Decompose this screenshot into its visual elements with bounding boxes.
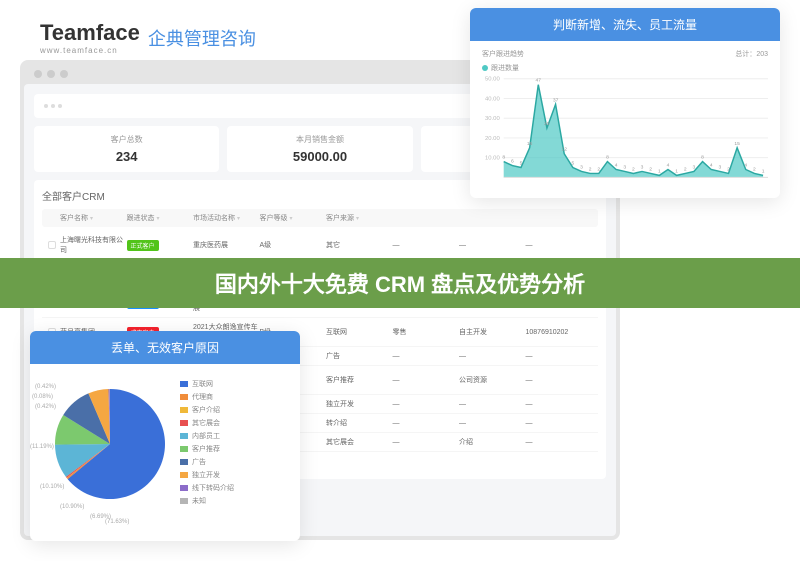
svg-text:1: 1 (675, 168, 678, 174)
pie-percent-label: (10.10%) (40, 484, 64, 490)
line-chart-legend: 跟进数量 (482, 63, 768, 73)
pie-chart-panel: 丢单、无效客户原因 互联网代理商客户介绍其它展会内部员工客户推荐广告独立开发线下… (30, 331, 300, 541)
table-row[interactable]: 上海曙光科技有限公司 正式客户 重庆医药展 A级 其它 — — — (42, 231, 598, 260)
svg-text:5: 5 (520, 161, 523, 167)
pie-legend-item: 独立开发 (180, 470, 290, 480)
svg-text:2: 2 (727, 166, 730, 172)
th-source[interactable]: 客户来源▾ (326, 213, 393, 223)
pie-legend: 互联网代理商客户介绍其它展会内部员工客户推荐广告独立开发线下转码介绍未知 (180, 379, 290, 509)
pie-percent-label: (0.42%) (35, 404, 56, 410)
svg-text:6: 6 (511, 159, 514, 165)
svg-text:10.00: 10.00 (485, 156, 500, 162)
pie-panel-title: 丢单、无效客户原因 (30, 331, 300, 364)
svg-text:47: 47 (536, 78, 542, 84)
table-header-row: 客户名称▾ 跟进状态▾ 市场活动名称▾ 客户等级▾ 客户来源▾ (42, 209, 598, 227)
stat-label: 客户总数 (42, 134, 211, 145)
pie-percent-label: (10.90%) (60, 504, 84, 510)
line-chart-subtitle: 客户跟进趋势 (482, 49, 524, 59)
pie-legend-item: 内部员工 (180, 431, 290, 441)
pie-legend-item: 客户推荐 (180, 444, 290, 454)
row-checkbox[interactable] (48, 241, 56, 249)
logo-url: www.teamface.cn (40, 46, 140, 55)
svg-text:40.00: 40.00 (485, 96, 500, 102)
pie-percent-label: (0.08%) (32, 394, 53, 400)
pie-legend-item: 线下转码介绍 (180, 483, 290, 493)
th-status[interactable]: 跟进状态▾ (127, 213, 194, 223)
pie-percent-label: (71.63%) (105, 519, 129, 525)
th-level[interactable]: 客户等级▾ (260, 213, 327, 223)
svg-text:50.00: 50.00 (485, 77, 500, 83)
svg-text:30.00: 30.00 (485, 116, 500, 122)
pie-chart (40, 374, 180, 514)
svg-text:3: 3 (641, 165, 644, 171)
svg-text:4: 4 (710, 163, 713, 169)
line-panel-title: 判断新增、流失、员工流量 (470, 8, 780, 41)
svg-text:25: 25 (544, 121, 550, 127)
stat-value: 59000.00 (235, 149, 404, 164)
window-dot (34, 70, 42, 78)
stat-card-sales[interactable]: 本月销售金额 59000.00 (227, 126, 412, 172)
svg-text:2: 2 (589, 166, 592, 172)
pie-legend-item: 未知 (180, 496, 290, 506)
logo-tagline: 企典管理咨询 (148, 25, 256, 51)
svg-text:3: 3 (580, 165, 583, 171)
svg-text:8: 8 (502, 155, 505, 161)
svg-text:2: 2 (753, 166, 756, 172)
stat-card-customers[interactable]: 客户总数 234 (34, 126, 219, 172)
pie-legend-item: 广告 (180, 457, 290, 467)
svg-text:1: 1 (658, 168, 661, 174)
svg-text:8: 8 (606, 155, 609, 161)
svg-text:3: 3 (718, 165, 721, 171)
banner-title: 国内外十大免费 CRM 盘点及优势分析 (215, 267, 585, 299)
title-banner: 国内外十大免费 CRM 盘点及优势分析 (0, 258, 800, 308)
stat-value: 234 (42, 149, 211, 164)
svg-text:2: 2 (684, 166, 687, 172)
logo-name: Teamface (40, 20, 140, 46)
svg-text:2: 2 (649, 166, 652, 172)
svg-text:8: 8 (701, 155, 704, 161)
svg-text:3: 3 (623, 165, 626, 171)
logo-area: Teamface www.teamface.cn 企典管理咨询 (40, 20, 256, 55)
pie-legend-item: 客户介绍 (180, 405, 290, 415)
svg-text:15: 15 (527, 141, 533, 147)
svg-text:37: 37 (553, 97, 559, 103)
stat-label: 本月销售金额 (235, 134, 404, 145)
svg-text:1: 1 (762, 168, 765, 174)
pie-percent-label: (0.42%) (35, 384, 56, 390)
svg-text:4: 4 (667, 163, 670, 169)
th-activity[interactable]: 市场活动名称▾ (193, 213, 260, 223)
pie-percent-label: (11.19%) (30, 444, 54, 450)
svg-text:15: 15 (734, 141, 740, 147)
svg-text:4: 4 (615, 163, 618, 169)
svg-text:12: 12 (561, 147, 567, 153)
svg-text:20.00: 20.00 (485, 136, 500, 142)
window-dot (47, 70, 55, 78)
svg-text:4: 4 (744, 163, 747, 169)
svg-text:3: 3 (693, 165, 696, 171)
line-chart: 10.0020.0030.0040.0050.00865154725371253… (482, 73, 768, 193)
th-name[interactable]: 客户名称▾ (60, 213, 127, 223)
window-dot (60, 70, 68, 78)
pie-legend-item: 其它展会 (180, 418, 290, 428)
svg-text:2: 2 (632, 166, 635, 172)
svg-text:2: 2 (597, 166, 600, 172)
pie-legend-item: 互联网 (180, 379, 290, 389)
pie-legend-item: 代理商 (180, 392, 290, 402)
svg-text:5: 5 (571, 161, 574, 167)
line-chart-panel: 判断新增、流失、员工流量 客户跟进趋势 总计：203 跟进数量 10.0020.… (470, 8, 780, 198)
